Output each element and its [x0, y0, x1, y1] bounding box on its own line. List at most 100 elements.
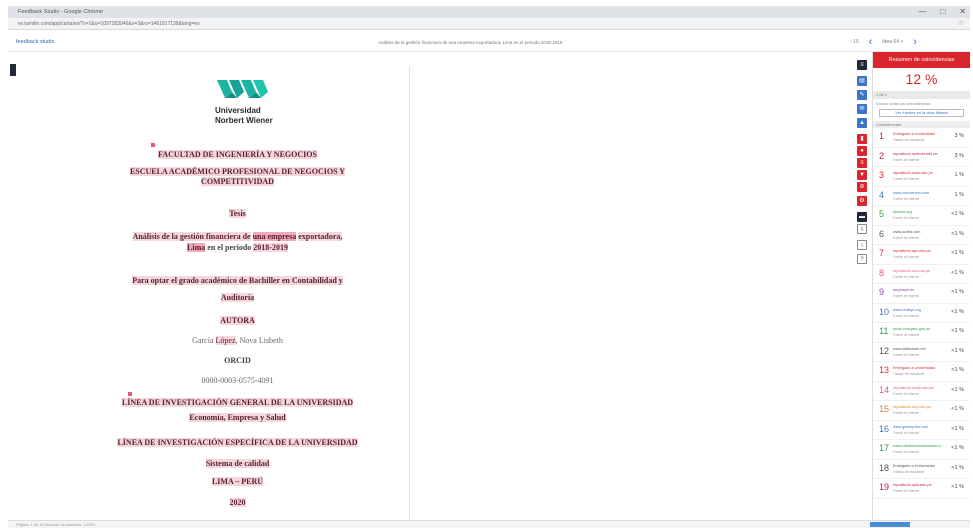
match-row[interactable]: 12 www.slideshare.net Fuente de Internet <1… — [873, 343, 970, 362]
city-text[interactable]: LIMA – PERÚ — [211, 477, 264, 486]
minimize-button[interactable]: — — [918, 6, 926, 18]
year-line: 2020 — [65, 498, 410, 507]
match-number: 2 — [879, 150, 885, 161]
zoom-indicator[interactable]: - 15 — [850, 39, 859, 45]
match-source[interactable]: Entregado a Universidad — [893, 132, 941, 136]
match-source[interactable]: Entregado a Universidad — [893, 366, 941, 370]
comments-icon[interactable]: ✉ — [857, 104, 867, 114]
title-part-c[interactable]: exportadora, — [298, 232, 343, 241]
brand-label[interactable]: feedback studio — [16, 39, 55, 45]
match-row[interactable]: 4 www.coursehero.com Fuente de Internet 1 % — [873, 187, 970, 206]
match-source[interactable]: repositorio.uwiener.edu.pe — [893, 152, 941, 156]
prev-page-icon[interactable]: ‹ — [869, 36, 873, 48]
year-text[interactable]: 2020 — [229, 498, 246, 507]
author-part-b[interactable]: López — [215, 336, 236, 345]
match-row[interactable]: 7 repositorio.upn.edu.pe Fuente de Interne… — [873, 245, 970, 265]
match-source[interactable]: archive.org — [893, 210, 941, 214]
match-source[interactable]: www.coursehero.com — [893, 191, 941, 195]
match-row[interactable]: 8 repositorio.ucv.edu.pe Fuente de Interne… — [873, 265, 970, 284]
match-row[interactable]: 18 Entregado a Universidad Trabajo del est… — [873, 460, 970, 479]
line-specific-value[interactable]: Sistema de calidad — [205, 459, 270, 468]
bookmark-star-icon[interactable]: ☆ — [958, 19, 964, 27]
rubric-icon[interactable]: ✎ — [857, 90, 867, 100]
match-marker-icon[interactable] — [151, 143, 155, 147]
document-viewer[interactable]: Universidad Norbert Wiener FACULTAD DE I… — [63, 52, 851, 520]
match-source[interactable]: repositorio.upla.edu.pe — [893, 483, 941, 487]
info-icon[interactable]: i — [857, 240, 867, 250]
line-general-value[interactable]: Economía, Empresa y Salud — [189, 413, 286, 422]
match-source-type: Fuente de Internet — [893, 489, 920, 493]
filter-icon[interactable]: ▼ — [857, 170, 867, 180]
match-row[interactable]: 5 archive.org Fuente de Internet <1 % — [873, 206, 970, 226]
match-row[interactable]: 13 Entregado a Universidad Trabajo del est… — [873, 362, 970, 382]
match-source[interactable]: repositorio.unac.edu.pe — [893, 171, 941, 175]
match-number: 19 — [879, 482, 890, 492]
match-row[interactable]: 1 Entregado a Universidad Trabajo del estu… — [873, 128, 970, 148]
line-specific-line: LÍNEA DE INVESTIGACIÓN ESPECÍFICA DE LA … — [65, 438, 410, 447]
close-button[interactable]: ✕ — [959, 6, 966, 18]
match-row[interactable]: 10 www.redalyc.org Fuente de Internet <1 % — [873, 304, 970, 323]
match-source[interactable]: repositorio.ucv.edu.pe — [893, 269, 941, 273]
title-part-a[interactable]: Análisis de la gestión financiera de — [132, 232, 251, 241]
help-icon[interactable]: ? — [857, 254, 867, 264]
view-sources-button[interactable]: Ver fuentes en la vista filtrada — [879, 109, 964, 117]
match-source[interactable]: repositorio.usmp.edu.pe — [893, 386, 941, 390]
match-source[interactable]: Entregado a Universidad — [893, 464, 941, 468]
line-specific-text[interactable]: LÍNEA DE INVESTIGACIÓN ESPECÍFICA DE LA … — [117, 438, 358, 447]
title-part-f[interactable]: 2018-2019 — [253, 243, 288, 252]
match-row[interactable]: 17 www.caballerobustamante.com Fuente de I… — [873, 440, 970, 460]
grading-icon[interactable]: ▤ — [857, 76, 867, 86]
degree-text2[interactable]: Auditoría — [220, 293, 255, 302]
match-overview-icon[interactable]: ● — [857, 146, 867, 156]
match-marker-icon[interactable] — [128, 392, 132, 396]
match-source[interactable]: repositorio.upn.edu.pe — [893, 249, 941, 253]
match-row[interactable]: 6 www.scribd.com Fuente de Internet <1 % — [873, 226, 970, 245]
match-row[interactable]: 3 repositorio.unac.edu.pe Fuente de Intern… — [873, 167, 970, 187]
match-number: 6 — [879, 228, 885, 239]
school-text1[interactable]: ESCUELA ACADÉMICO PROFESIONAL DE NEGOCIO… — [129, 167, 346, 176]
exclude-matches-text[interactable]: Excluir todas las coincidencias — [873, 101, 970, 106]
match-row[interactable]: 9 docplayer.es Fuente de Internet <1 % — [873, 284, 970, 304]
match-row[interactable]: 15 repositorio.unp.edu.pe Fuente de Intern… — [873, 401, 970, 421]
url-text[interactable]: ev.turnitin.com/app/carta/es/?s=1&u=1097… — [18, 21, 200, 27]
match-source[interactable]: www.caballerobustamante.com — [893, 444, 941, 448]
similarity-icon[interactable]: ▮ — [857, 134, 867, 144]
match-source[interactable]: www.slideshare.net — [893, 347, 941, 351]
exclusions-icon[interactable]: ⊘ — [857, 182, 867, 192]
match-source[interactable]: alicia.concytec.gob.pe — [893, 327, 941, 331]
thesis-text[interactable]: Tesis — [229, 209, 246, 218]
status-progress — [870, 522, 910, 527]
sidebar-toggle-icon[interactable] — [10, 64, 16, 76]
all-sources-icon[interactable]: ≡ — [857, 158, 867, 168]
match-row[interactable]: 2 repositorio.uwiener.edu.pe Fuente de Int… — [873, 148, 970, 167]
match-row[interactable]: 16 www.gestiopolis.com Fuente de Internet <… — [873, 421, 970, 440]
match-source-type: Fuente de Internet — [893, 313, 920, 318]
match-source-type: Fuente de Internet — [893, 411, 920, 415]
match-source[interactable]: repositorio.unp.edu.pe — [893, 405, 941, 409]
faculty-text[interactable]: FACULTAD DE INGENIERÍA Y NEGOCIOS — [158, 150, 317, 159]
match-number: 12 — [879, 345, 890, 356]
author-label[interactable]: AUTORA — [220, 316, 255, 325]
stats-icon[interactable]: ▲ — [857, 118, 867, 128]
title-part-b[interactable]: una empresa — [252, 232, 297, 241]
doc-info-icon[interactable]: ▬ — [857, 212, 867, 222]
match-source[interactable]: www.redalyc.org — [893, 308, 941, 312]
match-row[interactable]: 19 repositorio.upla.edu.pe Fuente de Inter… — [873, 479, 970, 499]
degree-text1[interactable]: Para optar el grado académico de Bachill… — [132, 276, 343, 285]
address-bar[interactable]: ev.turnitin.com/app/carta/es/?s=1&u=1097… — [8, 18, 970, 30]
line-general-text[interactable]: LÍNEA DE INVESTIGACIÓN GENERAL DE LA UNI… — [121, 398, 354, 407]
maximize-button[interactable]: □ — [940, 6, 945, 18]
match-row[interactable]: 14 repositorio.usmp.edu.pe Fuente de Inter… — [873, 382, 970, 401]
match-row[interactable]: 11 alicia.concytec.gob.pe Fuente de Intern… — [873, 323, 970, 343]
match-source[interactable]: www.scribd.com — [893, 230, 941, 234]
school-text2[interactable]: COMPETITIVIDAD — [201, 177, 274, 186]
title-part-d[interactable]: Lima — [187, 243, 206, 252]
layers-icon[interactable]: ≡ — [857, 60, 867, 70]
next-page-icon[interactable]: › — [913, 36, 917, 48]
match-source[interactable]: www.gestiopolis.com — [893, 425, 941, 429]
page-indicator[interactable]: Idea 64 > — [882, 39, 903, 45]
title-line2: Lima en el periodo 2018-2019 — [65, 243, 410, 252]
settings-icon[interactable]: ⚙ — [857, 196, 867, 206]
match-source[interactable]: docplayer.es — [893, 288, 941, 292]
download-icon[interactable]: ⇩ — [857, 224, 867, 234]
